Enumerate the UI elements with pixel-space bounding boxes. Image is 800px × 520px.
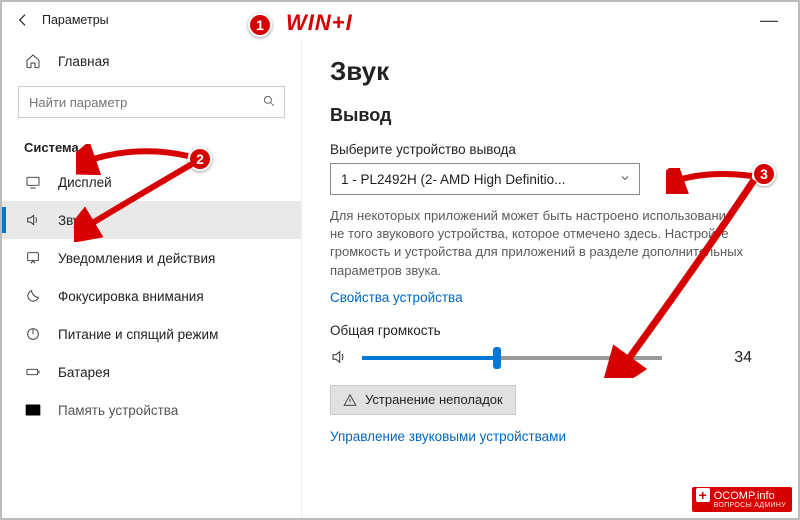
annotation-badge-3: 3 [752,162,776,186]
sidebar-item-label: Звук [58,213,86,228]
sidebar-item-label: Питание и спящий режим [58,327,218,342]
output-help-text: Для некоторых приложений может быть наст… [330,207,750,280]
output-device-label: Выберите устройство вывода [330,142,770,157]
output-device-select[interactable]: 1 - PL2492H (2- AMD High Definitio... [330,163,640,195]
home-icon [22,53,44,69]
master-volume-label: Общая громкость [330,323,770,338]
content-area: Главная Система Дисплей Звук [2,38,798,518]
main-panel: Звук Вывод Выберите устройство вывода 1 … [302,38,798,518]
warning-icon [343,393,357,407]
annotation-hotkey: WIN+I [286,10,353,36]
troubleshoot-label: Устранение неполадок [365,392,503,407]
sidebar-item-power[interactable]: Питание и спящий режим [2,315,301,353]
annotation-badge-2: 2 [188,147,212,171]
back-icon[interactable] [14,11,32,29]
sidebar-item-label: Главная [58,54,109,69]
storage-icon [22,399,44,421]
sidebar-item-storage[interactable]: Память устройства [2,391,301,429]
sidebar-item-battery[interactable]: Батарея [2,353,301,391]
speaker-icon[interactable] [330,348,348,369]
sidebar-item-label: Фокусировка внимания [58,289,204,304]
sidebar-item-display[interactable]: Дисплей [2,163,301,201]
output-heading: Вывод [330,105,770,126]
minimize-button[interactable]: — [752,11,786,29]
titlebar: Параметры — [2,2,798,38]
search-icon [262,94,276,111]
display-icon [22,174,44,190]
sidebar-item-label: Батарея [58,365,110,380]
sidebar-item-label: Уведомления и действия [58,251,215,266]
chevron-down-icon [619,172,631,187]
focus-icon [22,288,44,304]
troubleshoot-button[interactable]: Устранение неполадок [330,385,516,415]
sound-icon [22,212,44,228]
sidebar-item-label: Память устройства [58,403,178,418]
sidebar-item-label: Дисплей [58,175,112,190]
watermark: OCOMP.info ВОПРОСЫ АДМИНУ [692,487,792,512]
annotation-badge-1: 1 [248,13,272,37]
volume-slider[interactable] [362,356,662,360]
sidebar-item-focus[interactable]: Фокусировка внимания [2,277,301,315]
manage-devices-link[interactable]: Управление звуковыми устройствами [330,429,770,444]
search-input[interactable] [29,95,262,110]
volume-row: 34 [330,348,770,369]
window-title: Параметры [42,13,109,27]
sidebar: Главная Система Дисплей Звук [2,38,302,518]
settings-window: Параметры — Главная Система [0,0,800,520]
battery-icon [22,364,44,380]
search-box[interactable] [18,86,285,118]
notification-icon [22,250,44,266]
volume-value: 34 [734,349,752,367]
sidebar-home[interactable]: Главная [2,44,301,78]
sidebar-section-system: Система [2,130,301,163]
page-title: Звук [330,56,770,87]
device-properties-link[interactable]: Свойства устройства [330,290,463,305]
sidebar-item-notifications[interactable]: Уведомления и действия [2,239,301,277]
power-icon [22,326,44,342]
sidebar-item-sound[interactable]: Звук [2,201,301,239]
output-device-value: 1 - PL2492H (2- AMD High Definitio... [341,172,565,187]
